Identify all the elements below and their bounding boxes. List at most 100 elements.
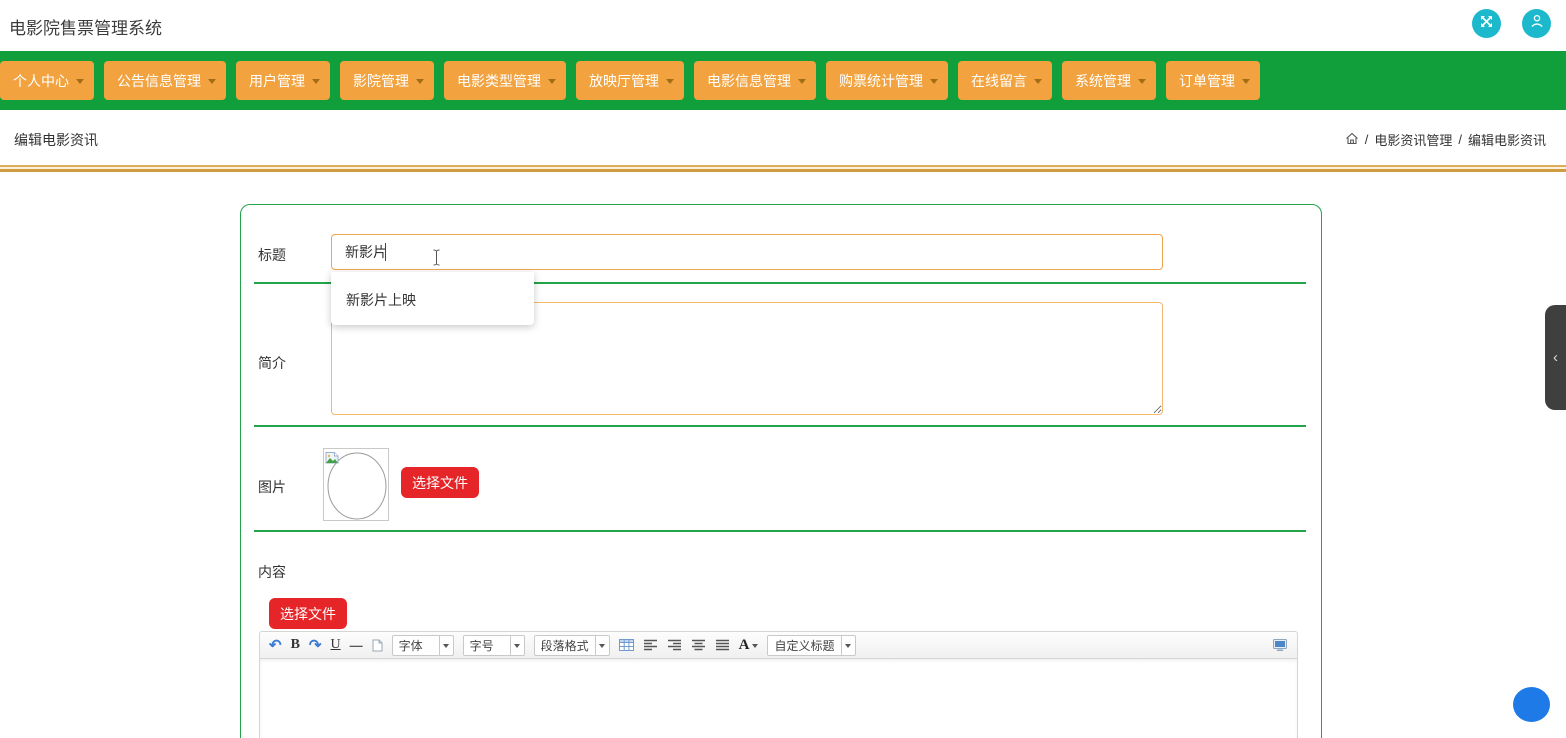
caret-down-icon	[752, 643, 759, 651]
chevron-left-icon: ‹	[1553, 349, 1558, 366]
paragraph-format-select-label: 段落格式	[540, 638, 589, 653]
align-left-button[interactable]	[643, 639, 658, 651]
caret-down-icon	[76, 78, 84, 88]
align-center-icon	[691, 639, 705, 651]
nav-item-movie-info-mgmt[interactable]: 电影信息管理	[694, 61, 816, 100]
gold-divider	[0, 165, 1566, 172]
nav-item-label: 电影信息管理	[707, 72, 791, 89]
user-button[interactable]	[1522, 9, 1551, 38]
align-right-icon	[667, 639, 681, 651]
image-choose-file-button[interactable]: 选择文件	[401, 467, 479, 498]
custom-title-select[interactable]: 自定义标题	[767, 634, 856, 656]
nav-item-system-mgmt[interactable]: 系统管理	[1062, 61, 1156, 100]
nav-item-announcement-mgmt[interactable]: 公告信息管理	[104, 61, 226, 100]
edit-form-panel: 标题 新影片上映 简介 图片	[240, 204, 1322, 738]
nav-item-ticket-stats-mgmt[interactable]: 购票统计管理	[826, 61, 948, 100]
caret-down-icon	[509, 635, 524, 655]
caret-down-icon	[930, 78, 938, 88]
nav-item-label: 订单管理	[1179, 72, 1235, 89]
font-family-select[interactable]: 字体	[391, 634, 454, 656]
nav-item-personal-center[interactable]: 个人中心	[0, 61, 94, 100]
caret-down-icon	[416, 78, 424, 88]
nav-item-label: 放映厅管理	[589, 72, 659, 89]
align-right-button[interactable]	[667, 639, 682, 651]
nav-item-label: 个人中心	[13, 72, 69, 89]
suggestion-item[interactable]: 新影片上映	[331, 272, 534, 310]
font-family-select-label: 字体	[398, 638, 423, 653]
table-icon	[618, 639, 634, 651]
nav-item-order-mgmt[interactable]: 订单管理	[1166, 61, 1260, 100]
editor-content-area[interactable]	[259, 659, 1298, 738]
chat-fab-button[interactable]	[1513, 687, 1550, 722]
caret-down-icon	[1138, 78, 1146, 88]
user-icon	[1529, 13, 1545, 34]
caret-down-icon	[1034, 78, 1042, 88]
app-title: 电影院售票管理系统	[9, 19, 162, 38]
text-caret	[385, 243, 386, 261]
nav-item-label: 系统管理	[1075, 72, 1131, 89]
nav-item-user-mgmt[interactable]: 用户管理	[236, 61, 330, 100]
nav-item-movie-type-mgmt[interactable]: 电影类型管理	[444, 61, 566, 100]
font-color-label: A	[738, 636, 750, 653]
caret-down-icon	[438, 635, 453, 655]
align-center-button[interactable]	[691, 639, 706, 651]
caret-down-icon	[1242, 78, 1250, 88]
nav-item-label: 用户管理	[249, 72, 305, 89]
align-justify-icon	[715, 639, 729, 651]
paragraph-format-select[interactable]: 段落格式	[533, 634, 610, 656]
undo-button[interactable]: ↶	[269, 638, 282, 653]
new-document-button[interactable]	[372, 639, 383, 652]
image-preview	[323, 448, 389, 521]
intro-label: 简介	[258, 355, 286, 371]
title-label: 标题	[258, 247, 286, 263]
font-color-button[interactable]: A	[739, 637, 759, 654]
breadcrumb-link-news-mgmt[interactable]: 电影资讯管理	[1374, 130, 1452, 149]
font-size-select[interactable]: 字号	[462, 634, 525, 656]
caret-down-icon	[798, 78, 806, 88]
fullscreen-button[interactable]	[1472, 9, 1501, 38]
content-label: 内容	[258, 564, 286, 580]
caret-down-icon	[208, 78, 216, 88]
nav-item-label: 在线留言	[971, 72, 1027, 89]
nav-item-label: 影院管理	[353, 72, 409, 89]
monitor-icon	[1273, 639, 1287, 651]
expand-arrows-icon	[1479, 14, 1494, 34]
horizontal-rule-button[interactable]: —	[350, 639, 363, 652]
nav-item-screening-room-mgmt[interactable]: 放映厅管理	[576, 61, 684, 100]
rich-text-editor: ↶ B ↷ U — 字体 字号 段落格式 A 自定义标题	[259, 631, 1298, 738]
insert-table-button[interactable]	[618, 639, 634, 651]
caret-down-icon	[840, 635, 855, 655]
underline-button[interactable]: U	[331, 638, 341, 652]
title-input[interactable]	[331, 234, 1163, 270]
breadcrumb-current: 编辑电影资讯	[1467, 133, 1546, 148]
main-nav: 个人中心 公告信息管理 用户管理 影院管理 电影类型管理 放映厅管理 电影信息管…	[0, 51, 1566, 110]
broken-image-icon	[325, 450, 340, 470]
align-left-icon	[643, 639, 657, 651]
content-choose-file-button[interactable]: 选择文件	[269, 598, 347, 629]
nav-item-label: 公告信息管理	[117, 72, 201, 89]
font-size-select-label: 字号	[469, 638, 494, 653]
image-label: 图片	[258, 479, 286, 495]
home-icon[interactable]	[1345, 132, 1359, 148]
nav-item-online-message[interactable]: 在线留言	[958, 61, 1052, 100]
breadcrumb-bar: 编辑电影资讯 / 电影资讯管理 / 编辑电影资讯	[0, 110, 1566, 165]
nav-item-label: 购票统计管理	[839, 72, 923, 89]
app-header: 电影院售票管理系统	[0, 0, 1566, 51]
row-divider	[254, 425, 1306, 427]
breadcrumb: / 电影资讯管理 / 编辑电影资讯	[1345, 130, 1546, 149]
nav-item-label: 电影类型管理	[457, 72, 541, 89]
document-icon	[372, 639, 383, 651]
caret-down-icon	[548, 78, 556, 88]
row-divider	[254, 530, 1306, 532]
header-actions	[1472, 9, 1551, 38]
bold-button[interactable]: B	[291, 638, 300, 652]
mouse-text-cursor-icon	[432, 249, 441, 271]
editor-fullscreen-button[interactable]	[1272, 638, 1288, 652]
collapse-panel-handle[interactable]: ‹	[1545, 305, 1566, 410]
breadcrumb-separator: /	[1458, 132, 1462, 147]
breadcrumb-separator: /	[1364, 132, 1369, 147]
redo-button[interactable]: ↷	[309, 638, 322, 653]
page: 电影院售票管理系统 个人中心 公告信息管理 用户管理 影院管理 电影类型管理 放…	[0, 0, 1566, 738]
align-justify-button[interactable]	[715, 639, 730, 651]
nav-item-cinema-mgmt[interactable]: 影院管理	[340, 61, 434, 100]
